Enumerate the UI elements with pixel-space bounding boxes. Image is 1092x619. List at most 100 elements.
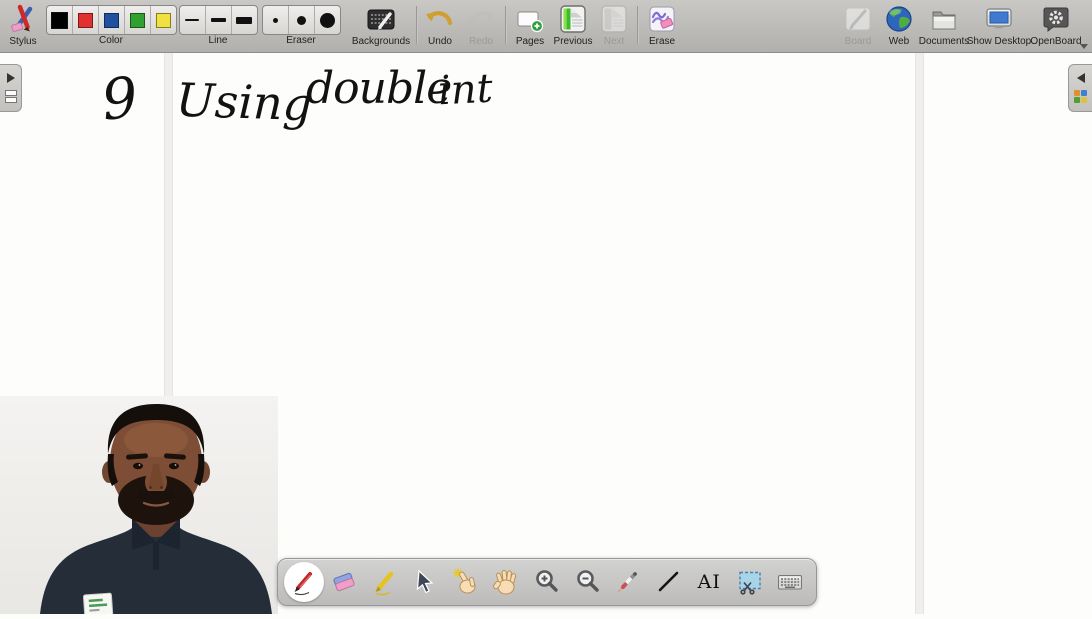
eraser-tool-button[interactable]: [325, 559, 364, 605]
color-swatch-blue[interactable]: [98, 6, 124, 34]
next-page-button[interactable]: Next: [598, 2, 630, 50]
interact-hand-tool-button[interactable]: [446, 559, 485, 605]
text-tool-button[interactable]: AI: [690, 559, 729, 605]
stylus-palette: AI: [277, 558, 817, 606]
pages-icon: [516, 2, 544, 36]
color-swatch-red[interactable]: [72, 6, 98, 34]
erase-icon: [647, 2, 677, 36]
expand-left-icon: [1077, 73, 1085, 83]
zoom-in-tool-button[interactable]: [527, 559, 566, 605]
web-globe-icon: [884, 2, 914, 36]
expand-right-icon: [7, 73, 15, 83]
backgrounds-icon: [366, 2, 396, 36]
zoom-out-tool-button[interactable]: [568, 559, 607, 605]
arrow-cursor-icon: [411, 568, 439, 596]
toolbar-separator: [416, 6, 418, 44]
handwriting-word-using: Using: [175, 73, 313, 132]
documents-button[interactable]: Documents: [920, 2, 968, 50]
handwriting-number: 9: [99, 65, 141, 133]
top-toolbar: Stylus Color Line: [0, 0, 1092, 53]
webcam-overlay: [0, 396, 278, 614]
previous-page-icon: [558, 2, 588, 36]
openboard-app: Stylus Color Line: [0, 0, 1092, 614]
virtual-keyboard-tool-button[interactable]: [771, 559, 810, 605]
line-label: Line: [209, 35, 228, 47]
handwriting-word-int: int: [437, 66, 494, 115]
eraser-label: Eraser: [286, 35, 315, 47]
openboard-gear-icon: [1041, 2, 1071, 36]
library-tab[interactable]: [1068, 64, 1092, 112]
toolbar-separator: [637, 6, 639, 44]
board-mode-icon: [843, 2, 873, 36]
library-icon: [1074, 90, 1087, 103]
undo-label: Undo: [428, 36, 452, 48]
board-mode-button[interactable]: Board: [838, 2, 878, 50]
previous-page-label: Previous: [554, 36, 593, 48]
redo-icon: [466, 2, 496, 36]
capture-area-icon: [736, 568, 764, 596]
documents-folder-icon: [929, 2, 959, 36]
color-label: Color: [99, 35, 123, 47]
show-desktop-monitor-icon: [984, 2, 1014, 36]
pages-button[interactable]: Pages: [510, 2, 550, 50]
zoom-out-icon: [574, 568, 602, 596]
redo-button[interactable]: Redo: [462, 2, 500, 50]
stylus-icon: [8, 2, 38, 36]
presenter-image: [0, 396, 278, 614]
eraser-group: Eraser: [263, 2, 339, 50]
eraser-large-button[interactable]: [314, 6, 340, 34]
eraser-small-button[interactable]: [263, 6, 288, 34]
pen-tool-button[interactable]: [284, 559, 323, 605]
undo-icon: [425, 2, 455, 36]
line-tool-button[interactable]: [649, 559, 688, 605]
page-margin-line-right: [915, 53, 924, 614]
text-tool-icon: AI: [698, 571, 721, 593]
pages-thumbnail-icon: [5, 90, 17, 103]
selector-arrow-tool-button[interactable]: [406, 559, 445, 605]
erase-label: Erase: [649, 36, 675, 48]
eraser-icon: [330, 568, 358, 596]
eraser-medium-button[interactable]: [288, 6, 314, 34]
laser-pointer-icon: [614, 568, 642, 596]
keyboard-icon: [776, 568, 804, 596]
web-mode-label: Web: [889, 36, 909, 48]
previous-page-button[interactable]: Previous: [551, 2, 595, 50]
openboard-menu-caret[interactable]: [1080, 44, 1088, 49]
line-icon: [655, 568, 683, 596]
next-page-icon: [599, 2, 629, 36]
marker-icon: [371, 568, 399, 596]
backgrounds-button[interactable]: Backgrounds: [350, 2, 412, 50]
show-desktop-label: Show Desktop: [967, 36, 1031, 48]
redo-label: Redo: [469, 36, 493, 48]
capture-area-tool-button[interactable]: [730, 559, 769, 605]
marker-tool-button[interactable]: [365, 559, 404, 605]
next-page-label: Next: [604, 36, 625, 48]
stylus-label: Stylus: [9, 36, 36, 48]
backgrounds-label: Backgrounds: [352, 36, 410, 48]
color-swatch-black[interactable]: [47, 6, 72, 34]
openboard-menu-label: OpenBoard: [1030, 36, 1081, 48]
line-thin-button[interactable]: [180, 6, 205, 34]
undo-button[interactable]: Undo: [421, 2, 459, 50]
openboard-menu-button[interactable]: OpenBoard: [1030, 2, 1082, 50]
handwriting-word-double: double: [306, 63, 451, 114]
zoom-in-icon: [533, 568, 561, 596]
show-desktop-button[interactable]: Show Desktop: [969, 2, 1029, 50]
open-hand-icon: [492, 568, 520, 596]
line-thick-button[interactable]: [231, 6, 257, 34]
stylus-button[interactable]: Stylus: [4, 2, 42, 50]
board-mode-label: Board: [845, 36, 872, 48]
pages-label: Pages: [516, 36, 544, 48]
color-swatch-yellow[interactable]: [150, 6, 176, 34]
laser-pointer-tool-button[interactable]: [609, 559, 648, 605]
pen-icon: [290, 568, 318, 596]
web-mode-button[interactable]: Web: [879, 2, 919, 50]
pointing-hand-icon: [452, 568, 480, 596]
line-medium-button[interactable]: [205, 6, 231, 34]
pan-hand-tool-button[interactable]: [487, 559, 526, 605]
line-group: Line: [180, 2, 256, 50]
color-swatch-green[interactable]: [124, 6, 150, 34]
color-group: Color: [46, 2, 176, 50]
erase-button[interactable]: Erase: [643, 2, 681, 50]
page-navigator-tab[interactable]: [0, 64, 22, 112]
